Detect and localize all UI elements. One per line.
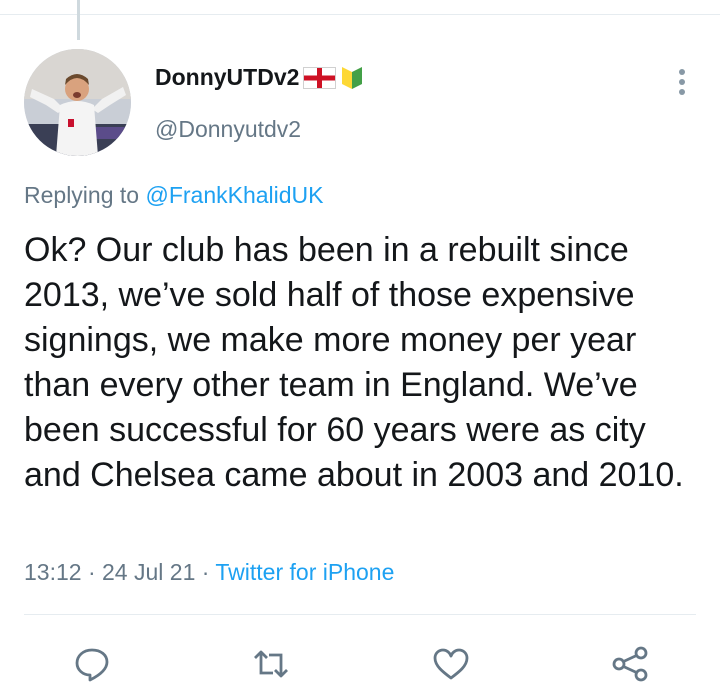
more-dot — [679, 89, 685, 95]
reply-icon — [75, 648, 109, 682]
share-button[interactable] — [610, 644, 650, 684]
tweet-time: 13:12 — [24, 559, 82, 585]
like-button[interactable] — [431, 644, 471, 684]
tweet-date: 24 Jul 21 — [102, 559, 196, 585]
like-icon — [433, 648, 469, 680]
display-name-row[interactable]: DonnyUTDv2 — [155, 64, 364, 91]
thread-line — [77, 0, 80, 40]
replying-to-link[interactable]: @FrankKhalidUK — [145, 182, 323, 208]
retweet-button[interactable] — [251, 644, 291, 684]
meta-separator: · — [81, 559, 103, 585]
beginner-badge-icon — [342, 66, 363, 89]
reply-button[interactable] — [72, 644, 112, 684]
replying-to: Replying to @FrankKhalidUK — [24, 182, 324, 209]
meta-separator: · — [195, 559, 216, 585]
replying-prefix: Replying to — [24, 182, 140, 208]
tweet-source[interactable]: Twitter for iPhone — [215, 559, 394, 585]
avatar-image — [24, 49, 131, 156]
display-name[interactable]: DonnyUTDv2 — [155, 64, 299, 91]
share-icon — [612, 646, 648, 682]
more-dot — [679, 79, 685, 85]
tweet-meta: 13:12 · 24 Jul 21 · Twitter for iPhone — [24, 559, 394, 586]
user-handle[interactable]: @Donnyutdv2 — [155, 116, 301, 143]
tweet-text: Ok? Our club has been in a rebuilt since… — [24, 231, 684, 494]
more-options-button[interactable] — [670, 66, 694, 98]
england-flag-icon — [303, 66, 337, 89]
top-divider — [0, 14, 720, 15]
more-vertical-icon — [679, 69, 685, 75]
actions-divider — [24, 614, 696, 615]
retweet-icon — [254, 650, 288, 678]
avatar[interactable] — [24, 49, 131, 156]
